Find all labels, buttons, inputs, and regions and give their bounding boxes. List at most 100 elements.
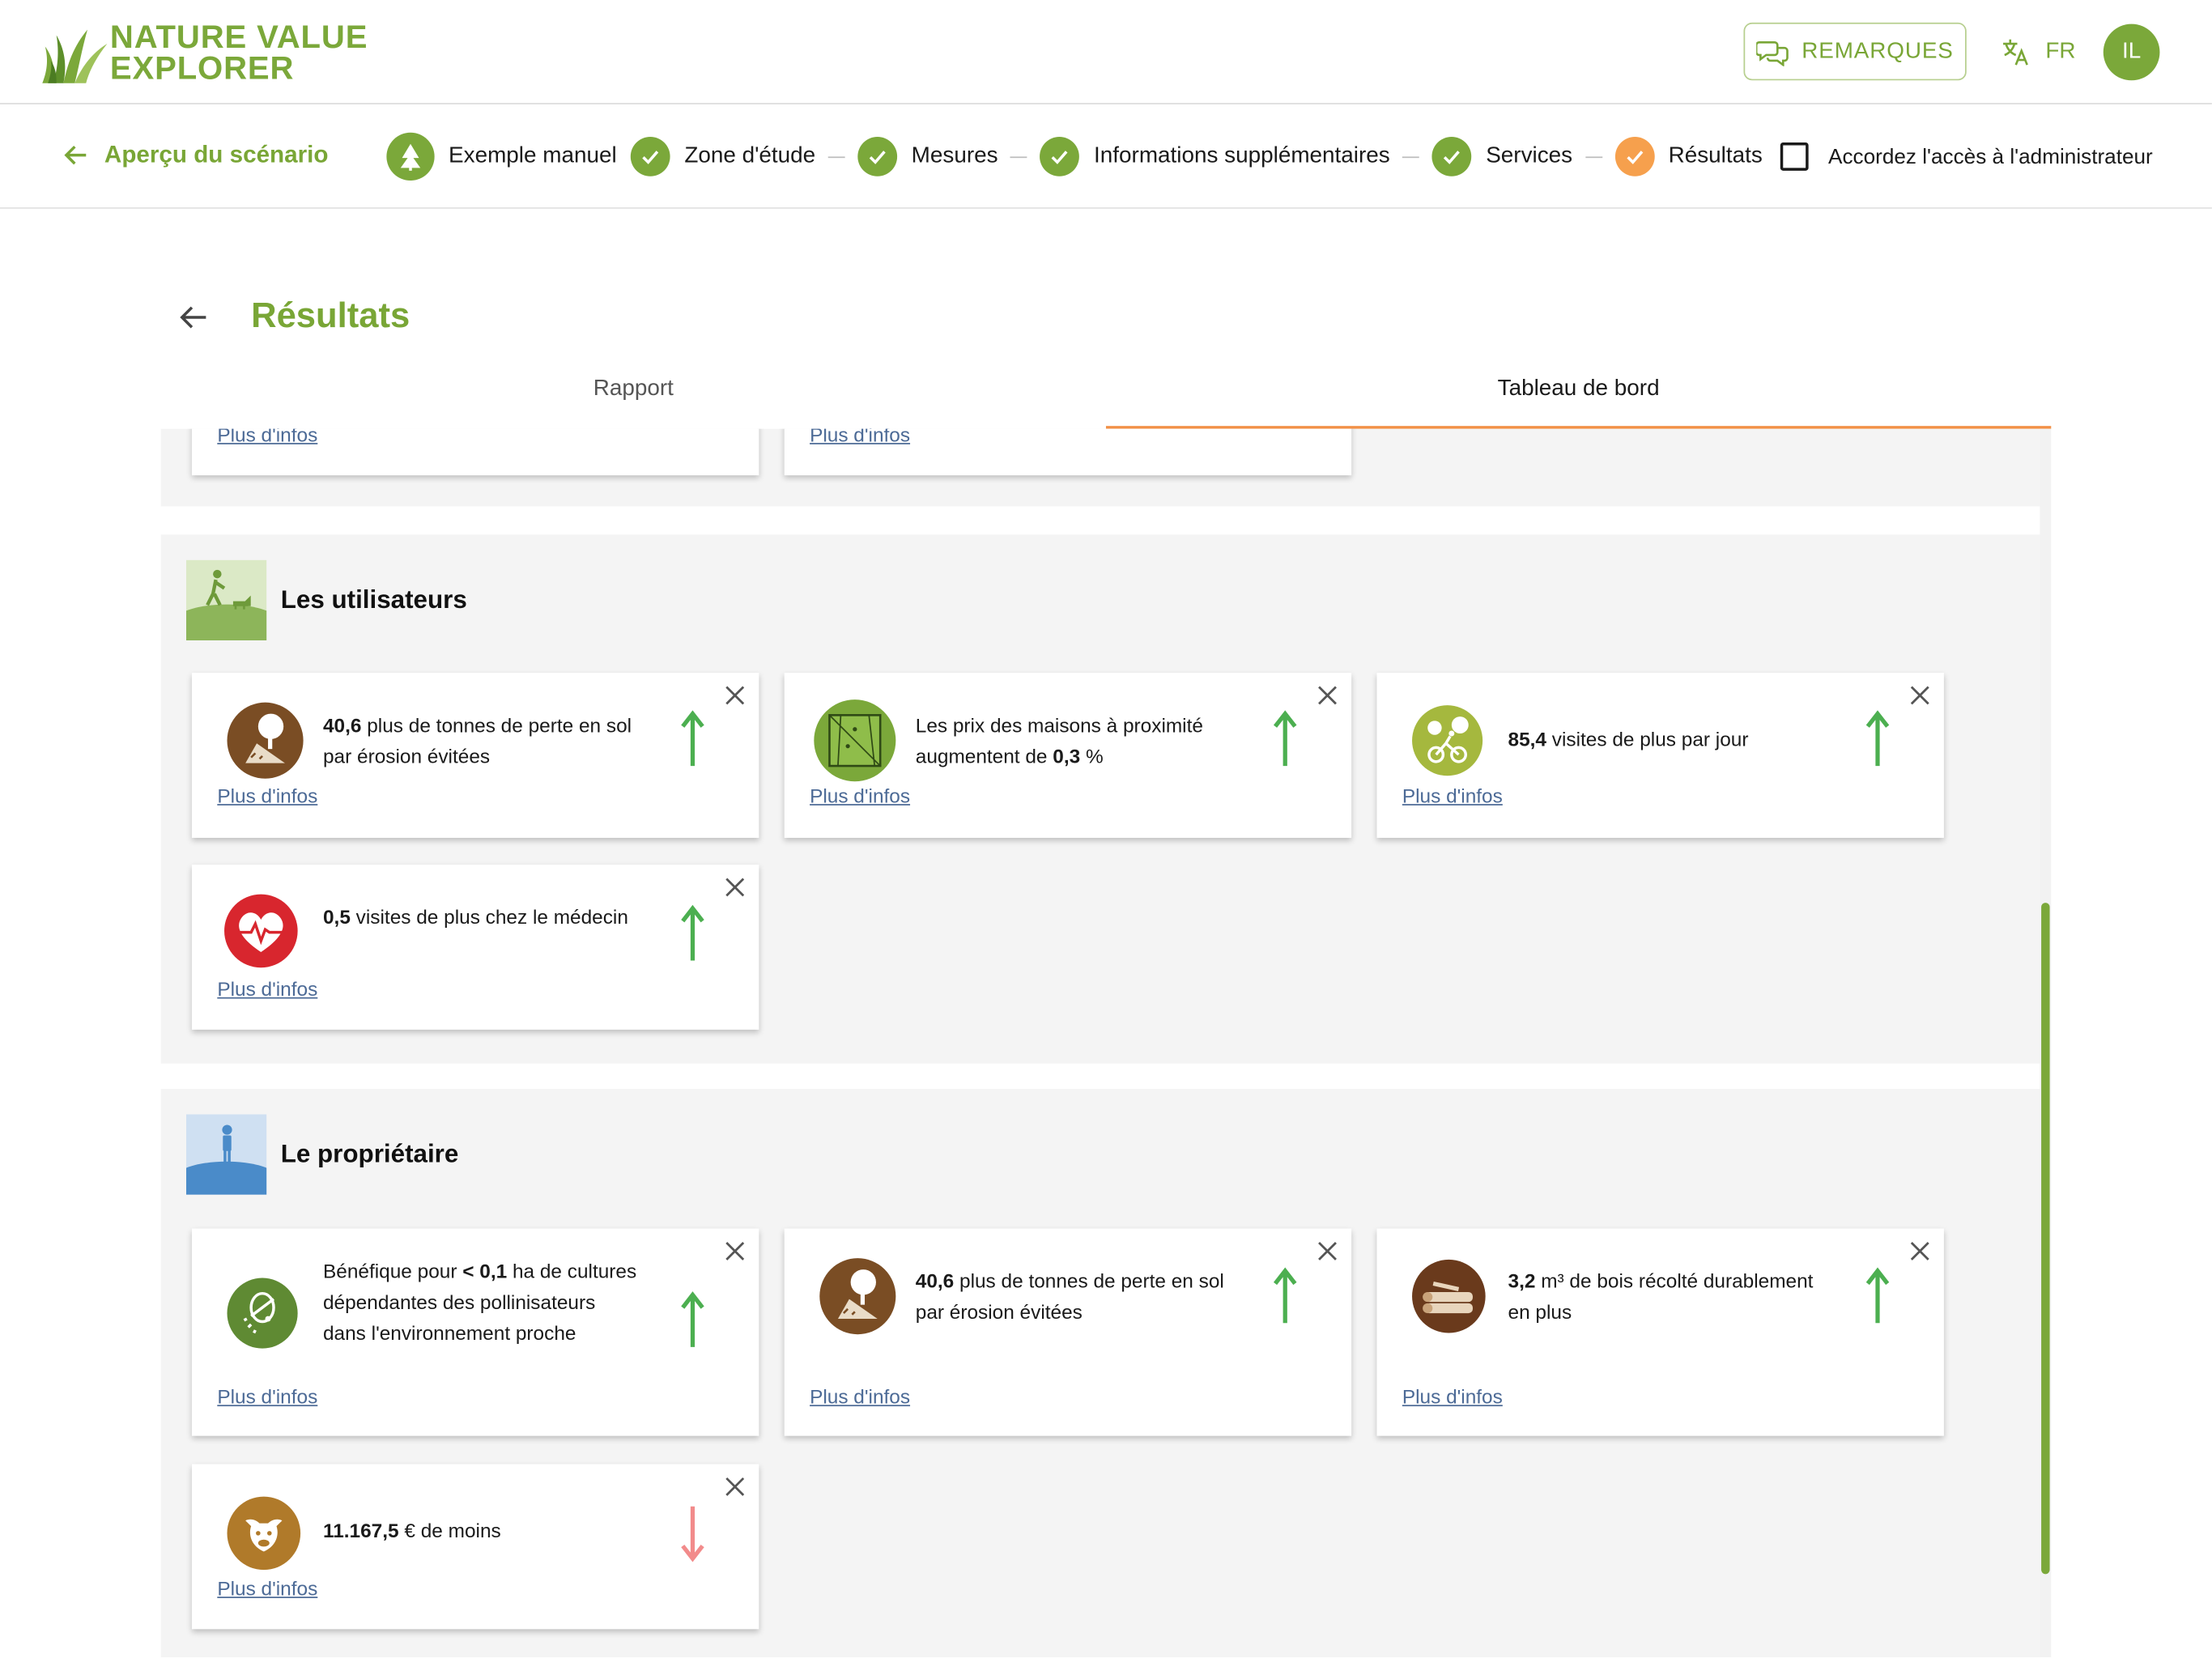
result-text-post: plus de tonnes de perte en sol par érosi… xyxy=(322,713,632,767)
logo-text: NATURE VALUE EXPLORER xyxy=(109,18,368,87)
result-value: 85,4 xyxy=(1508,728,1546,750)
translate-icon xyxy=(2003,39,2028,66)
check-icon xyxy=(1614,137,1655,176)
arrow-left-icon xyxy=(64,145,87,165)
back-to-overview-label: Aperçu du scénario xyxy=(104,141,329,168)
close-icon[interactable] xyxy=(1317,1241,1337,1261)
result-text-post: plus de tonnes de perte en sol par érosi… xyxy=(915,1269,1224,1324)
tab-dashboard[interactable]: Tableau de bord xyxy=(1105,369,2052,429)
result-text-post: % xyxy=(1080,744,1104,767)
result-card: 85,4 visites de plus par jour Plus d'inf… xyxy=(1376,673,1944,838)
result-text: 85,4 visites de plus par jour xyxy=(1508,724,1826,755)
step-label: Services xyxy=(1486,143,1573,168)
back-to-overview-link[interactable]: Aperçu du scénario xyxy=(62,141,329,169)
result-text-pre: Bénéfique pour xyxy=(322,1259,463,1282)
result-text: 3,2 m³ de bois récolté durablement en pl… xyxy=(1508,1265,1826,1328)
remarks-button[interactable]: REMARQUES xyxy=(1743,22,1967,81)
result-card: 40,6 plus de tonnes de perte en sol par … xyxy=(784,1228,1352,1436)
section-users: Les utilisateurs 40,6 plus de tonnes de … xyxy=(160,534,2043,1064)
page-header: Résultats xyxy=(178,296,410,338)
result-card: 11.167,5 € de moins Plus d'infos xyxy=(191,1464,759,1630)
admin-access-checkbox[interactable] xyxy=(1780,142,1809,171)
result-text-post: € de moins xyxy=(398,1519,501,1542)
language-switcher[interactable]: FR xyxy=(2001,36,2076,67)
step-separator xyxy=(827,155,845,158)
trend-up-icon xyxy=(1865,710,1890,767)
more-info-link[interactable]: Plus d'infos xyxy=(810,1385,910,1408)
result-card: 40,6 plus de tonnes de perte en sol par … xyxy=(191,673,759,838)
result-card: Plus d'infos xyxy=(784,428,1352,476)
result-value: 40,6 xyxy=(915,1269,955,1292)
stepper: Exemple manuel Zone d'étude Mesures Info… xyxy=(386,132,1763,181)
hiker-dog-icon xyxy=(185,559,267,641)
more-info-link[interactable]: Plus d'infos xyxy=(810,429,910,446)
admin-access-label: Accordez l'accès à l'administrateur xyxy=(1828,144,2153,169)
more-info-link[interactable]: Plus d'infos xyxy=(810,784,910,807)
close-icon[interactable] xyxy=(725,686,745,705)
section-title: Les utilisateurs xyxy=(280,585,467,614)
more-info-link[interactable]: Plus d'infos xyxy=(1402,784,1503,807)
step-separator xyxy=(1402,155,1420,158)
result-value: 3,2 xyxy=(1508,1269,1536,1292)
dashboard-scroll-area[interactable]: Plus d'infos Plus d'infos Les utilisateu… xyxy=(160,428,2052,1658)
close-icon[interactable] xyxy=(1910,686,1929,705)
result-value: 0,5 xyxy=(322,905,351,929)
step-separator xyxy=(1010,155,1028,158)
result-card: Bénéfique pour < 0,1 ha de cultures dépe… xyxy=(191,1228,759,1436)
result-card: Les prix des maisons à proximité augment… xyxy=(784,673,1352,838)
close-icon[interactable] xyxy=(725,1241,745,1261)
step-label: Mesures xyxy=(911,143,998,168)
landowner-icon xyxy=(185,1114,267,1195)
back-arrow-icon[interactable] xyxy=(178,301,209,332)
cyclist-trees-icon xyxy=(1412,705,1483,776)
result-text: 11.167,5 € de moins xyxy=(323,1515,640,1545)
result-value: < 0,1 xyxy=(462,1259,508,1282)
more-info-link[interactable]: Plus d'infos xyxy=(1402,1385,1503,1408)
app-logo[interactable]: NATURE VALUE EXPLORER xyxy=(40,17,368,87)
close-icon[interactable] xyxy=(725,878,745,897)
more-info-link[interactable]: Plus d'infos xyxy=(217,429,317,446)
step-separator xyxy=(1585,155,1602,158)
tab-report[interactable]: Rapport xyxy=(161,369,1106,428)
chat-bubbles-icon xyxy=(1756,40,1789,66)
result-value: 11.167,5 xyxy=(322,1519,399,1542)
result-text-post: visites de plus par jour xyxy=(1546,728,1749,750)
result-card: 3,2 m³ de bois récolté durablement en pl… xyxy=(1376,1228,1944,1436)
trend-down-icon xyxy=(681,1506,704,1562)
user-avatar[interactable]: IL xyxy=(2103,23,2160,81)
house-price-icon xyxy=(814,699,896,782)
admin-access-toggle[interactable]: Accordez l'accès à l'administrateur xyxy=(1780,142,2153,171)
step-label: Résultats xyxy=(1668,143,1763,168)
step-label: Informations supplémentaires xyxy=(1094,143,1390,168)
heart-pulse-icon xyxy=(224,894,298,968)
step-services[interactable]: Services xyxy=(1432,137,1572,176)
step-additional-info[interactable]: Informations supplémentaires xyxy=(1040,137,1390,176)
close-icon[interactable] xyxy=(1910,1241,1929,1261)
more-info-link[interactable]: Plus d'infos xyxy=(217,784,317,807)
timber-logs-icon xyxy=(1412,1259,1486,1333)
remarks-label: REMARQUES xyxy=(1802,38,1954,63)
page-title: Résultats xyxy=(251,295,410,336)
result-value: 0,3 xyxy=(1053,744,1081,767)
logo-line-1: NATURE VALUE xyxy=(109,18,368,55)
step-scenario[interactable]: Exemple manuel xyxy=(386,132,617,181)
step-study-area[interactable]: Zone d'étude xyxy=(631,137,815,176)
check-icon xyxy=(1432,137,1472,176)
language-code: FR xyxy=(2045,39,2076,64)
section-title: Le propriétaire xyxy=(280,1139,459,1168)
section-header: Le propriétaire xyxy=(185,1114,459,1195)
close-icon[interactable] xyxy=(725,1477,745,1496)
close-icon[interactable] xyxy=(1317,686,1337,705)
result-value: 40,6 xyxy=(322,713,362,737)
app-root: NATURE VALUE EXPLORER REMARQUES FR IL Ap… xyxy=(0,0,2212,1658)
more-info-link[interactable]: Plus d'infos xyxy=(217,977,317,1000)
more-info-link[interactable]: Plus d'infos xyxy=(217,1577,317,1600)
step-results[interactable]: Résultats xyxy=(1614,137,1763,176)
scrollbar-thumb[interactable] xyxy=(2041,903,2050,1575)
result-text-post: m³ de bois récolté durablement en plus xyxy=(1508,1269,1814,1324)
step-measures[interactable]: Mesures xyxy=(857,137,998,176)
more-info-link[interactable]: Plus d'infos xyxy=(217,1385,317,1408)
logo-line-2: EXPLORER xyxy=(109,49,295,87)
section-header: Les utilisateurs xyxy=(185,559,467,641)
trees-icon xyxy=(386,132,435,181)
